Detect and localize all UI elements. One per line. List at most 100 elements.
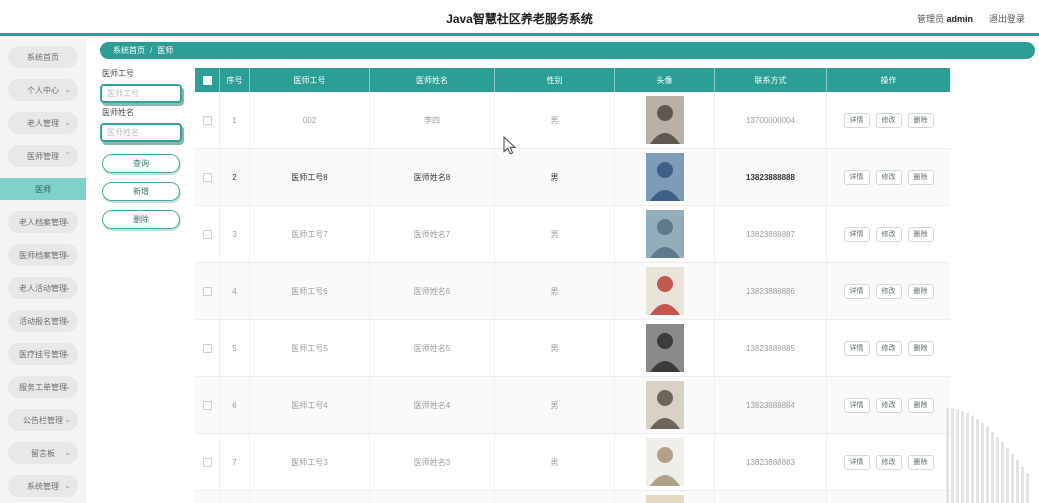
row-select-cell bbox=[195, 377, 220, 433]
delete-row-button[interactable]: 删除 bbox=[907, 283, 934, 299]
sidebar-item-doctor-archive-management[interactable]: 医师档案管理 ⌄ bbox=[8, 244, 78, 266]
search-panel: 医师工号 医师姓名 查询 新增 删除 bbox=[100, 64, 184, 229]
doctor-name-input[interactable] bbox=[100, 123, 182, 142]
chevron-down-icon: ⌄ bbox=[64, 282, 71, 292]
row-checkbox[interactable] bbox=[202, 229, 212, 239]
row-checkbox[interactable] bbox=[202, 286, 212, 296]
detail-button[interactable]: 详情 bbox=[843, 283, 870, 299]
detail-button[interactable]: 详情 bbox=[843, 169, 870, 185]
query-button[interactable]: 查询 bbox=[102, 154, 180, 173]
row-checkbox[interactable] bbox=[202, 343, 212, 353]
row-checkbox[interactable] bbox=[202, 457, 212, 467]
edit-button[interactable]: 修改 bbox=[875, 454, 902, 470]
page-title: Java智慧社区养老服务系统 bbox=[446, 12, 593, 26]
sidebar-item-activity-signup-management[interactable]: 活动报名管理 ⌄ bbox=[8, 310, 78, 332]
detail-button[interactable]: 详情 bbox=[843, 454, 870, 470]
row-checkbox[interactable] bbox=[202, 400, 212, 410]
doctor-name-cell: 医师姓名3 bbox=[370, 434, 495, 490]
decorative-bar bbox=[1006, 448, 1009, 503]
avatar-cell bbox=[615, 92, 715, 148]
row-checkbox[interactable] bbox=[202, 115, 212, 125]
actions-cell: 详情 修改 删除 bbox=[827, 377, 950, 433]
row-index-cell: 2 bbox=[220, 149, 250, 205]
actions-cell: 详情 修改 删除 bbox=[827, 92, 950, 148]
header-cell-3: 性别 bbox=[495, 68, 615, 92]
avatar-cell bbox=[615, 206, 715, 262]
sidebar-item-system-management[interactable]: 系统管理 ⌄ bbox=[8, 475, 78, 497]
delete-button[interactable]: 删除 bbox=[102, 210, 180, 229]
breadcrumb: 系统首页 / 医师 bbox=[100, 42, 1035, 59]
sidebar-item-personal-center[interactable]: 个人中心 ⌄ bbox=[8, 79, 78, 101]
sidebar-item-doctor[interactable]: 医师 bbox=[0, 178, 86, 200]
edit-button[interactable]: 修改 bbox=[875, 112, 902, 128]
contact-cell: 13823888888 bbox=[715, 149, 827, 205]
delete-row-button[interactable]: 删除 bbox=[907, 169, 934, 185]
row-index-cell: 5 bbox=[220, 320, 250, 376]
man-blue-scrubs-laptop-photo bbox=[645, 153, 684, 201]
add-button[interactable]: 新增 bbox=[102, 182, 180, 201]
sidebar-item-label: 个人中心 bbox=[27, 85, 59, 95]
edit-button[interactable]: 修改 bbox=[875, 169, 902, 185]
edit-button[interactable]: 修改 bbox=[875, 340, 902, 356]
detail-button[interactable]: 详情 bbox=[843, 226, 870, 242]
decorative-bar bbox=[1001, 442, 1004, 503]
chevron-down-icon: ⌄ bbox=[64, 381, 71, 391]
doctor-id-cell: 医师工号4 bbox=[250, 377, 370, 433]
breadcrumb-home[interactable]: 系统首页 bbox=[113, 45, 145, 56]
table-row: 5 医师工号5 医师姓名5 男 13823888885 详情 修改 删除 bbox=[195, 320, 950, 377]
doctor-id-cell bbox=[250, 491, 370, 503]
sidebar-item-system-home[interactable]: 系统首页 bbox=[8, 46, 78, 68]
woman-doctor-white-coat-photo bbox=[645, 438, 684, 486]
sidebar-item-elder-archive-management[interactable]: 老人档案管理 ⌄ bbox=[8, 211, 78, 233]
edit-button[interactable]: 修改 bbox=[875, 226, 902, 242]
header-select-all-cell bbox=[195, 68, 220, 92]
logout-link[interactable]: 退出登录 bbox=[989, 12, 1025, 25]
sidebar-item-message-board[interactable]: 留言板 ⌄ bbox=[8, 442, 78, 464]
delete-row-button[interactable]: 删除 bbox=[907, 226, 934, 242]
mouse-cursor bbox=[503, 136, 517, 155]
header-cell-0: 序号 bbox=[220, 68, 250, 92]
row-checkbox[interactable] bbox=[202, 172, 212, 182]
edit-button[interactable]: 修改 bbox=[875, 397, 902, 413]
detail-button[interactable]: 详情 bbox=[843, 340, 870, 356]
sidebar-item-notice-board-management[interactable]: 公告栏管理 ⌄ bbox=[8, 409, 78, 431]
decorative-bar bbox=[956, 409, 959, 503]
table-body: 1 002 李四男 13700000004 详情 修改 删除 2 医师工号8 医师姓名8 男 1382… bbox=[195, 92, 950, 503]
avatar-cell bbox=[615, 377, 715, 433]
doctor-id-cell: 医师工号5 bbox=[250, 320, 370, 376]
select-all-checkbox[interactable] bbox=[202, 75, 212, 85]
sidebar-item-label: 老人档案管理 bbox=[19, 217, 67, 227]
decorative-bar bbox=[966, 413, 969, 503]
gender-cell: 男 bbox=[495, 263, 615, 319]
sidebar-item-doctor-management[interactable]: 医师管理 ⌃ bbox=[8, 145, 78, 167]
sidebar-item-medical-register-management[interactable]: 医疗挂号管理 ⌄ bbox=[8, 343, 78, 365]
actions-cell: 详情 修改 删除 bbox=[827, 434, 950, 490]
delete-row-button[interactable]: 删除 bbox=[907, 340, 934, 356]
doctor-id-cell: 002 bbox=[250, 92, 370, 148]
gender-cell bbox=[495, 491, 615, 503]
detail-button[interactable]: 详情 bbox=[843, 397, 870, 413]
chevron-down-icon: ⌄ bbox=[64, 216, 71, 226]
gender-cell: 男 bbox=[495, 206, 615, 262]
table-row: 2 医师工号8 医师姓名8 男 13823888888 详情 修改 删除 bbox=[195, 149, 950, 206]
edit-button[interactable]: 修改 bbox=[875, 283, 902, 299]
row-index-cell: 6 bbox=[220, 377, 250, 433]
sidebar-item-elder-activity-management[interactable]: 老人活动管理 ⌄ bbox=[8, 277, 78, 299]
detail-button[interactable]: 详情 bbox=[843, 112, 870, 128]
sidebar-item-label: 留言板 bbox=[31, 448, 55, 458]
doctor-id-label: 医师工号 bbox=[102, 69, 134, 78]
delete-row-button[interactable]: 删除 bbox=[907, 454, 934, 470]
contact-cell: 13823888886 bbox=[715, 263, 827, 319]
sidebar-item-service-order-management[interactable]: 服务工单管理 ⌄ bbox=[8, 376, 78, 398]
chevron-down-icon: ⌄ bbox=[64, 348, 71, 358]
table-row: 1 002 李四男 13700000004 详情 修改 删除 bbox=[195, 92, 950, 149]
decorative-bar bbox=[971, 416, 974, 503]
doctor-name-cell: 李四 bbox=[370, 92, 495, 148]
doctor-id-input[interactable] bbox=[100, 84, 182, 103]
sidebar-item-elder-management[interactable]: 老人管理 ⌄ bbox=[8, 112, 78, 134]
gender-cell: 男 bbox=[495, 320, 615, 376]
row-select-cell bbox=[195, 434, 220, 490]
delete-row-button[interactable]: 删除 bbox=[907, 112, 934, 128]
delete-row-button[interactable]: 删除 bbox=[907, 397, 934, 413]
header-cell-4: 头像 bbox=[615, 68, 715, 92]
